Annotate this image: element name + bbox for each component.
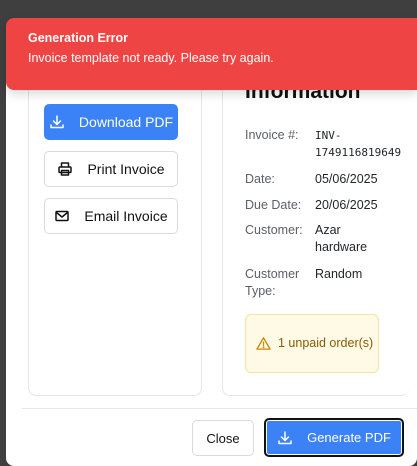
customer-value: Azar hardware [315,223,368,254]
generate-pdf-label: Generate PDF [307,430,391,445]
download-pdf-button[interactable]: Download PDF [44,104,178,140]
background-top [0,0,417,18]
error-toast[interactable]: Generation Error Invoice template not re… [6,18,417,90]
printer-icon [58,162,73,176]
customer-type-label: Customer Type: [245,267,300,298]
email-invoice-label: Email Invoice [84,208,168,224]
unpaid-orders-text: 1 unpaid order(s) [278,336,374,350]
date-value: 05/06/2025 [315,172,378,186]
print-invoice-label: Print Invoice [87,161,165,177]
warning-icon [256,337,271,350]
customer-type-value: Random [315,267,363,281]
download-icon [278,430,292,444]
close-label: Close [206,430,240,446]
invoice-number-label: Invoice #: [245,128,299,142]
generate-pdf-button[interactable]: Generate PDF [264,418,404,457]
print-invoice-button[interactable]: Print Invoice [44,151,178,187]
invoice-number-value: INV- 1749116819649 [315,129,402,159]
download-icon [50,115,64,129]
email-invoice-button[interactable]: Email Invoice [44,198,178,234]
footer-divider [22,408,417,409]
close-button[interactable]: Close [192,420,254,456]
mail-icon [55,210,70,222]
toast-message: Invoice template not ready. Please try a… [28,51,274,65]
date-label: Date: [245,172,275,186]
toast-title: Generation Error [28,31,129,45]
download-pdf-label: Download PDF [78,114,174,130]
due-date-label: Due Date: [245,198,302,212]
unpaid-orders-alert: 1 unpaid order(s) [245,314,379,373]
customer-label: Customer: [245,223,303,237]
due-date-value: 20/06/2025 [315,198,378,212]
